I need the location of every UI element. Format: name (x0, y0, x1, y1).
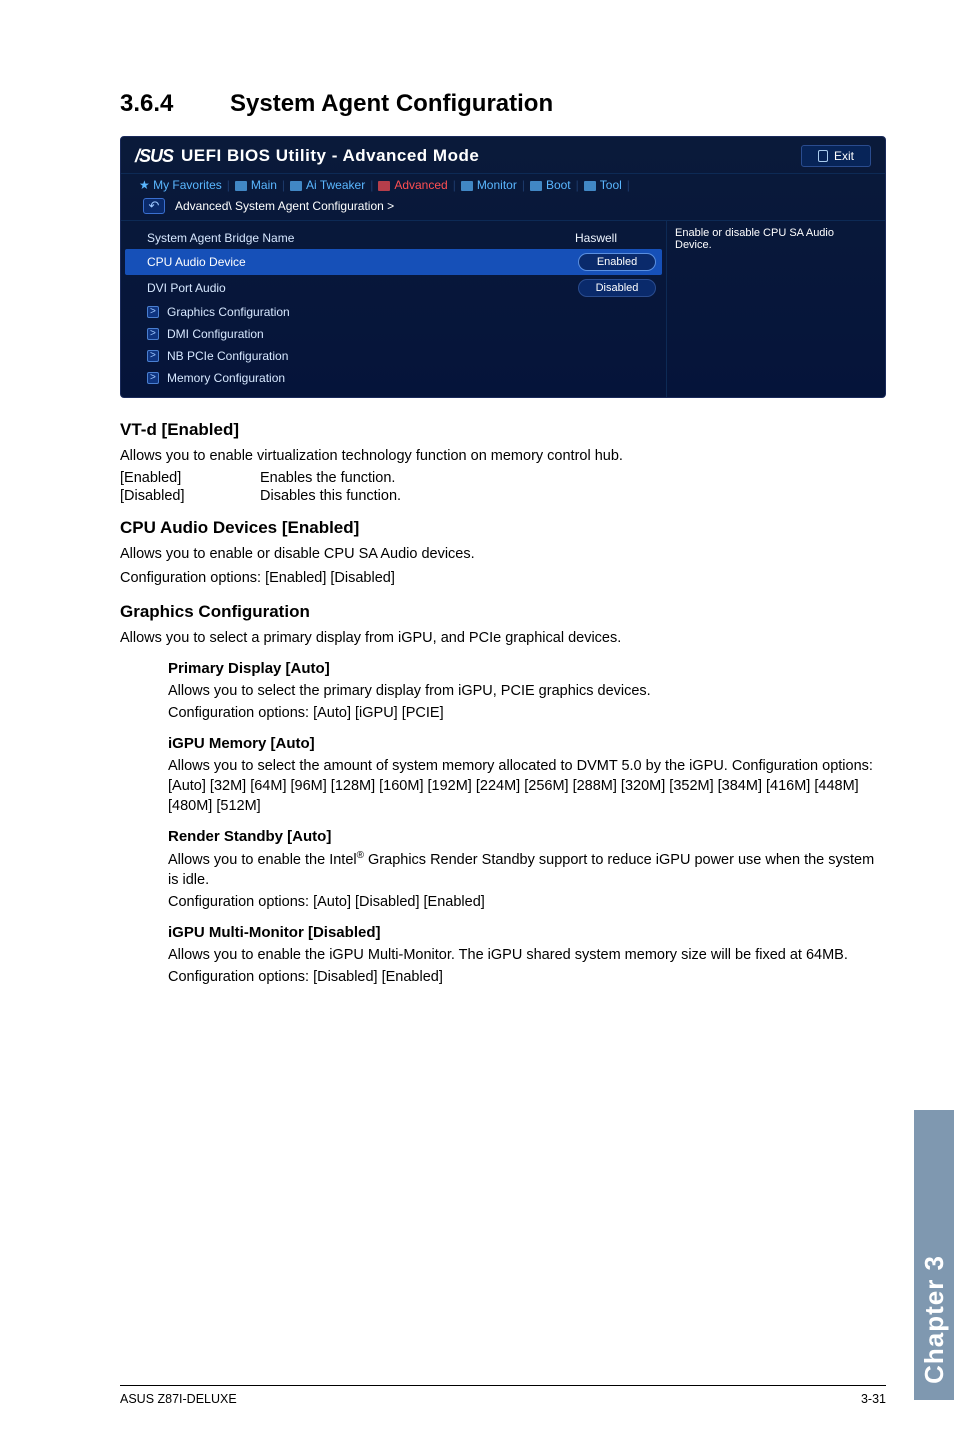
section-number: 3.6.4 (120, 90, 230, 118)
list-icon (235, 181, 247, 191)
render-standby-desc: Allows you to enable the Intel® Graphics… (168, 849, 886, 890)
tweaker-icon (290, 181, 302, 191)
exit-button[interactable]: Exit (801, 145, 871, 167)
primary-display-desc: Allows you to select the primary display… (168, 681, 886, 701)
render-standby-heading: Render Standby [Auto] (168, 828, 886, 845)
igpu-multimon-heading: iGPU Multi-Monitor [Disabled] (168, 924, 886, 941)
boot-icon (530, 181, 542, 191)
graphics-config-desc: Allows you to select a primary display f… (120, 628, 886, 648)
row-dvi-port-audio[interactable]: DVI Port Audio Disabled (147, 275, 656, 301)
igpu-multimon-desc: Allows you to enable the iGPU Multi-Moni… (168, 945, 886, 965)
vtd-disabled-row: [Disabled]Disables this function. (120, 488, 886, 504)
monitor-icon (461, 181, 473, 191)
tab-monitor[interactable]: Monitor (461, 178, 517, 192)
footer-page: 3-31 (861, 1392, 886, 1406)
chevron-right-icon (147, 350, 159, 362)
chapter-label: Chapter 3 (919, 1255, 950, 1384)
chevron-right-icon (147, 306, 159, 318)
cpu-audio-heading: CPU Audio Devices [Enabled] (120, 518, 886, 538)
section-heading: 3.6.4System Agent Configuration (120, 90, 886, 118)
advanced-icon (378, 181, 390, 191)
primary-display-heading: Primary Display [Auto] (168, 660, 886, 677)
row-bridge-name: System Agent Bridge Name Haswell (147, 227, 656, 249)
row-cpu-audio-device[interactable]: CPU Audio Device Enabled (125, 249, 662, 275)
bios-title-bar: /SUS UEFI BIOS Utility - Advanced Mode (135, 146, 479, 167)
tool-icon (584, 181, 596, 191)
row-memory-config[interactable]: Memory Configuration (147, 367, 656, 389)
section-title: System Agent Configuration (230, 90, 553, 117)
primary-display-opts: Configuration options: [Auto] [iGPU] [PC… (168, 703, 886, 723)
bridge-name-value: Haswell (536, 231, 656, 245)
vtd-heading: VT-d [Enabled] (120, 420, 886, 440)
back-button[interactable]: ↶ (143, 198, 165, 214)
bios-screenshot: /SUS UEFI BIOS Utility - Advanced Mode E… (120, 136, 886, 398)
vtd-desc: Allows you to enable virtualization tech… (120, 446, 886, 466)
igpu-multimon-opts: Configuration options: [Disabled] [Enabl… (168, 967, 886, 987)
cpu-audio-opts: Configuration options: [Enabled] [Disabl… (120, 568, 886, 588)
tab-main[interactable]: Main (235, 178, 277, 192)
tab-favorites[interactable]: ★ My Favorites (139, 178, 222, 192)
igpu-memory-desc: Allows you to select the amount of syste… (168, 756, 886, 816)
help-panel: Enable or disable CPU SA Audio Device. (666, 221, 881, 397)
cpu-audio-value[interactable]: Enabled (578, 253, 656, 271)
render-standby-opts: Configuration options: [Auto] [Disabled]… (168, 892, 886, 912)
exit-icon (818, 150, 828, 162)
exit-label: Exit (834, 149, 854, 163)
row-nb-pcie-config[interactable]: NB PCIe Configuration (147, 345, 656, 367)
tab-ai-tweaker[interactable]: Ai Tweaker (290, 178, 365, 192)
row-dmi-config[interactable]: DMI Configuration (147, 323, 656, 345)
row-graphics-config[interactable]: Graphics Configuration (147, 301, 656, 323)
vtd-enabled-row: [Enabled]Enables the function. (120, 470, 886, 486)
igpu-memory-heading: iGPU Memory [Auto] (168, 735, 886, 752)
bios-mode-title: UEFI BIOS Utility - Advanced Mode (181, 146, 479, 166)
chevron-right-icon (147, 372, 159, 384)
cpu-audio-desc: Allows you to enable or disable CPU SA A… (120, 544, 886, 564)
bios-tabs: ★ My Favorites| Main| Ai Tweaker| Advanc… (121, 173, 885, 194)
registered-mark: ® (357, 850, 364, 861)
graphics-config-heading: Graphics Configuration (120, 602, 886, 622)
help-text: Enable or disable CPU SA Audio Device. (675, 227, 834, 251)
dvi-audio-value[interactable]: Disabled (578, 279, 656, 297)
asus-logo: /SUS (135, 146, 173, 167)
chevron-right-icon (147, 328, 159, 340)
page-footer: ASUS Z87I-DELUXE 3-31 (120, 1385, 886, 1406)
footer-model: ASUS Z87I-DELUXE (120, 1392, 237, 1406)
tab-boot[interactable]: Boot (530, 178, 571, 192)
chapter-sidebar: Chapter 3 (914, 1110, 954, 1400)
breadcrumb: Advanced\ System Agent Configuration > (175, 199, 394, 213)
tab-advanced[interactable]: Advanced (378, 178, 447, 192)
tab-tool[interactable]: Tool (584, 178, 622, 192)
